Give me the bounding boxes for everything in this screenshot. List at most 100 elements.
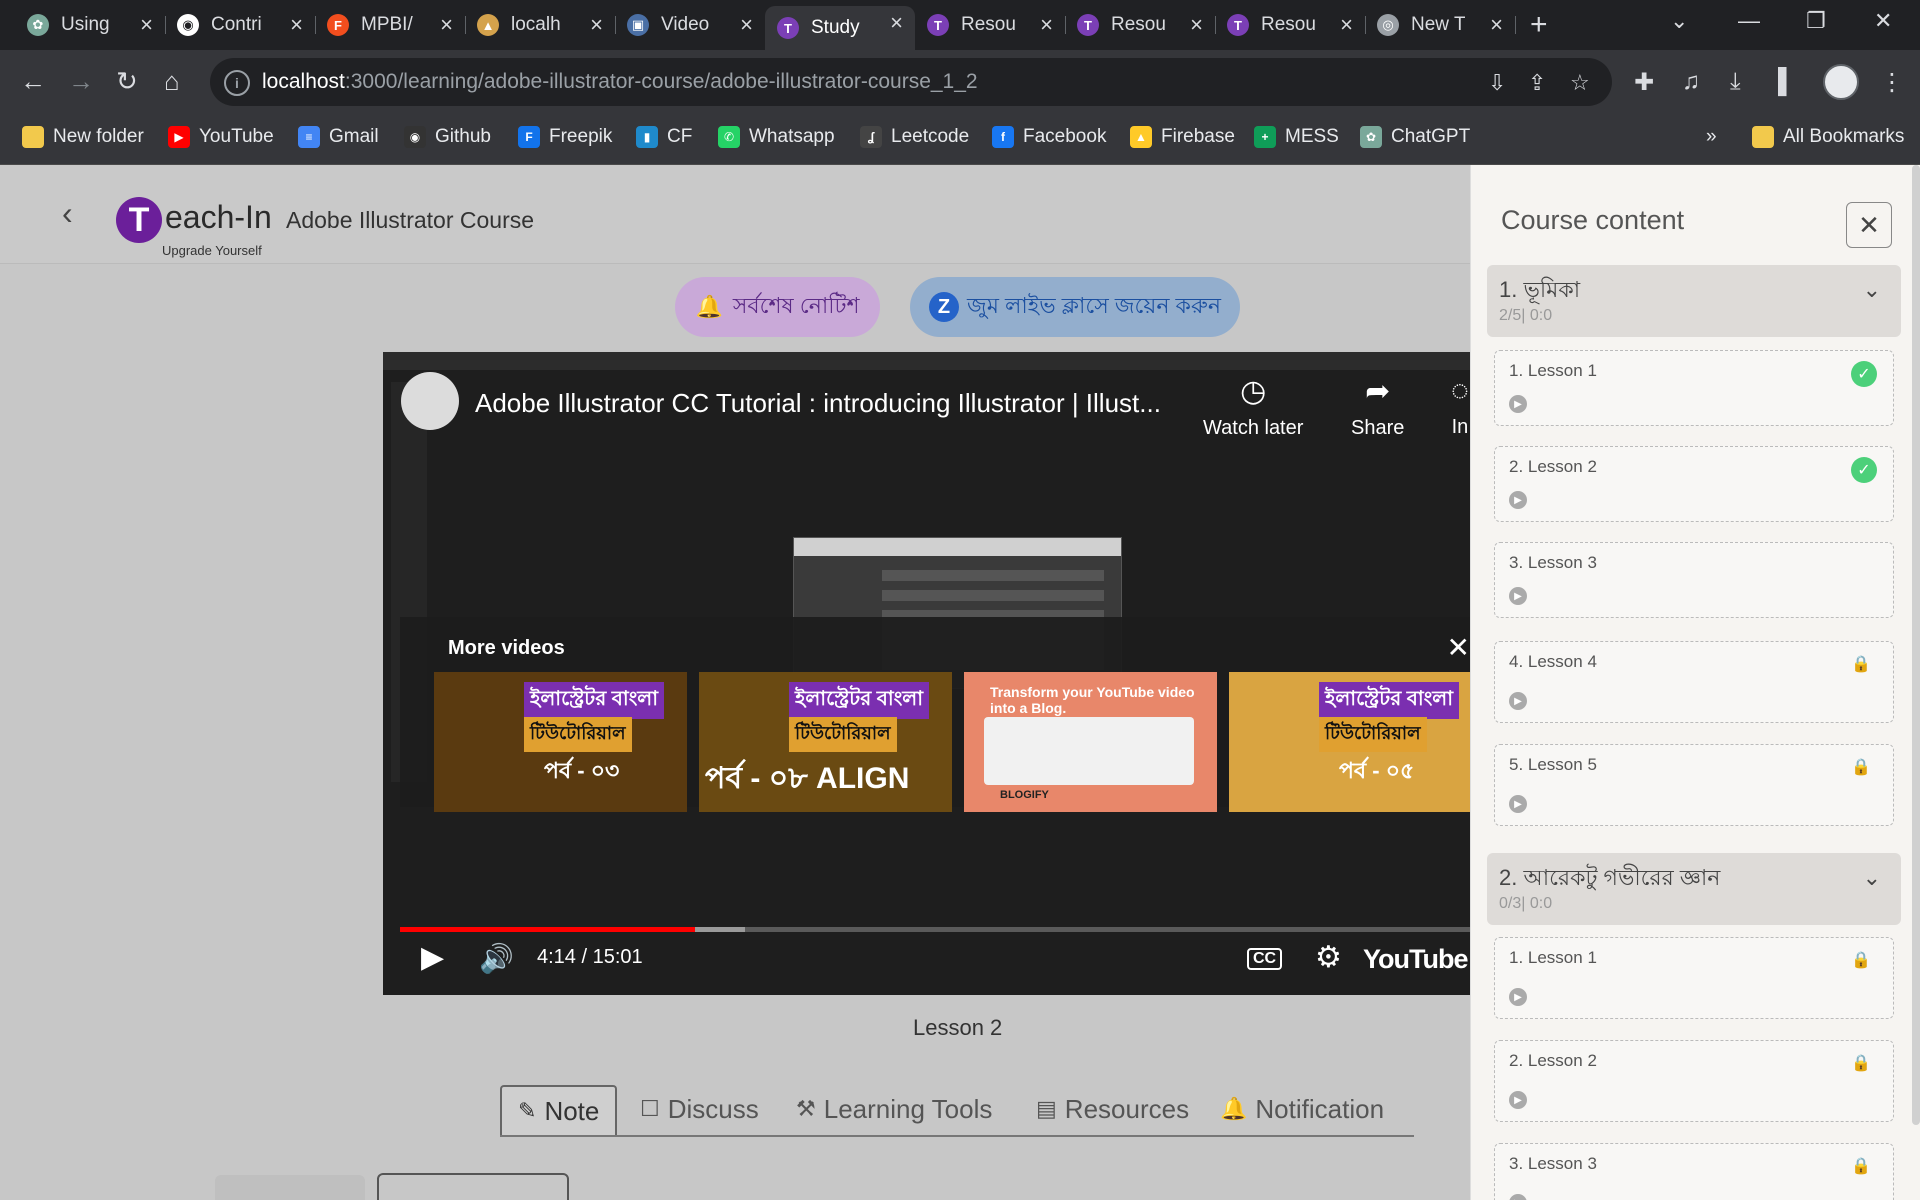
bookmark-star-icon[interactable]: ☆ bbox=[1570, 70, 1590, 96]
related-video-thumbnail[interactable]: ইলাস্ট্রেটর বাংলা টিউটোরিয়াল পর্ব - ০৫ bbox=[1229, 672, 1470, 812]
lesson-item[interactable]: 1. Lesson 1 ▶ ✓ bbox=[1494, 350, 1894, 426]
info-button[interactable]: ◌ In bbox=[1451, 374, 1469, 439]
tab-notification[interactable]: 🔔 Notification bbox=[1220, 1085, 1384, 1133]
course-section[interactable]: 1. ভূমিকা 2/5| 0:0 ⌄ bbox=[1487, 265, 1901, 337]
bookmark-item[interactable]: + MESS bbox=[1254, 126, 1339, 148]
media-control-icon[interactable]: ♫ bbox=[1682, 68, 1700, 96]
chevron-down-icon[interactable]: ⌄ bbox=[1863, 277, 1881, 303]
lesson-item[interactable]: 4. Lesson 4 ▶ 🔒 bbox=[1494, 641, 1894, 723]
site-info-icon[interactable]: i bbox=[224, 70, 250, 96]
browser-tab[interactable]: ▲ localh × bbox=[465, 8, 616, 42]
bookmark-item[interactable]: F Freepik bbox=[518, 126, 612, 148]
bookmark-item[interactable]: ✿ ChatGPT bbox=[1360, 126, 1470, 148]
downloads-icon[interactable]: ⤓ bbox=[1730, 68, 1741, 96]
bookmark-item[interactable]: ◉ Github bbox=[404, 126, 491, 148]
browser-tab[interactable]: ◉ Contri × bbox=[165, 8, 316, 42]
browser-tab[interactable]: T Resou × bbox=[1215, 8, 1366, 42]
bookmark-item[interactable]: ≡ Gmail bbox=[298, 126, 379, 148]
menu-kebab-icon[interactable]: ⋮ bbox=[1880, 68, 1904, 97]
close-tab-icon[interactable]: × bbox=[290, 12, 303, 38]
related-video-thumbnail[interactable]: ইলাস্ট্রেটর বাংলা টিউটোরিয়াল পর্ব - ০৮ AL… bbox=[699, 672, 952, 812]
bookmark-label: YouTube bbox=[199, 126, 274, 147]
close-sidebar-icon[interactable]: ✕ bbox=[1846, 202, 1892, 248]
all-bookmarks-button[interactable]: All Bookmarks bbox=[1752, 126, 1904, 148]
browser-tab[interactable]: ✿ Using × bbox=[15, 8, 166, 42]
note-timestamp-chip bbox=[215, 1175, 365, 1200]
progress-played[interactable] bbox=[400, 927, 696, 932]
close-window-icon[interactable]: ✕ bbox=[1874, 8, 1892, 34]
video-player[interactable]: Adobe Illustrator CC Tutorial : introduc… bbox=[383, 352, 1470, 995]
close-tab-icon[interactable]: × bbox=[1040, 12, 1053, 38]
bookmark-item[interactable]: ✆ Whatsapp bbox=[718, 126, 835, 148]
tab-resources[interactable]: ▤ Resources bbox=[1036, 1085, 1189, 1133]
back-icon[interactable]: ← bbox=[20, 66, 46, 97]
install-app-icon[interactable]: ⇩ bbox=[1488, 70, 1506, 96]
lesson-item[interactable]: 2. Lesson 2 ▶ ✓ bbox=[1494, 446, 1894, 522]
clock-icon: ◷ bbox=[1240, 375, 1267, 408]
course-section[interactable]: 2. আরেকটু গভীরের জ্ঞান 0/3| 0:0 ⌄ bbox=[1487, 853, 1901, 925]
settings-gear-icon[interactable]: ⚙ bbox=[1315, 940, 1342, 975]
close-tab-icon[interactable]: × bbox=[590, 12, 603, 38]
related-video-thumbnail[interactable]: Transform your YouTube video into a Blog… bbox=[964, 672, 1217, 812]
tab-note[interactable]: ✎ Note bbox=[500, 1085, 618, 1135]
browser-tab[interactable]: ▣ Video × bbox=[615, 8, 766, 42]
close-tab-icon[interactable]: × bbox=[1340, 12, 1353, 38]
new-tab-button[interactable]: + bbox=[1530, 8, 1548, 42]
play-icon[interactable]: ▶ bbox=[421, 940, 444, 975]
teach-in-logo[interactable]: T bbox=[116, 197, 162, 243]
youtube-logo[interactable]: YouTube bbox=[1363, 944, 1468, 975]
bookmark-item[interactable]: ▲ Firebase bbox=[1130, 126, 1235, 148]
captions-icon[interactable]: CC bbox=[1247, 948, 1283, 970]
tab-learning-tools[interactable]: ⚒ Learning Tools bbox=[796, 1085, 992, 1133]
watch-later-button[interactable]: ◷ Watch later bbox=[1203, 374, 1303, 440]
volume-icon[interactable]: 🔊 bbox=[479, 942, 514, 975]
lesson-item[interactable]: 2. Lesson 2 ▶ 🔒 bbox=[1494, 1040, 1894, 1122]
close-tab-icon[interactable]: × bbox=[740, 12, 753, 38]
related-video-thumbnail[interactable]: ইলাস্ট্রেটর বাংলা টিউটোরিয়াল পর্ব - ০৩ bbox=[434, 672, 687, 812]
tab-discuss[interactable]: ☐ Discuss bbox=[640, 1085, 759, 1133]
close-tab-icon[interactable]: × bbox=[1190, 12, 1203, 38]
share-page-icon[interactable]: ⇪ bbox=[1528, 70, 1546, 96]
back-chevron-icon[interactable]: ‹ bbox=[62, 195, 73, 232]
latest-notice-button[interactable]: 🔔 সর্বশেষ নোটিশ bbox=[675, 277, 880, 337]
video-title[interactable]: Adobe Illustrator CC Tutorial : introduc… bbox=[475, 388, 1161, 419]
browser-tab[interactable]: T Resou × bbox=[915, 8, 1066, 42]
url-text[interactable]: localhost:3000/learning/adobe-illustrato… bbox=[262, 70, 978, 94]
side-panel-icon[interactable]: ▌ bbox=[1778, 68, 1795, 96]
bookmark-item[interactable]: ʆ Leetcode bbox=[860, 126, 969, 148]
chevron-down-icon[interactable]: ⌄ bbox=[1863, 865, 1881, 891]
close-tab-icon[interactable]: × bbox=[440, 12, 453, 38]
lesson-item[interactable]: 1. Lesson 1 ▶ 🔒 bbox=[1494, 937, 1894, 1019]
browser-tab[interactable]: T Resou × bbox=[1065, 8, 1216, 42]
browser-tab[interactable]: T Study × bbox=[765, 6, 915, 50]
list-of-notes-button[interactable] bbox=[377, 1173, 569, 1200]
restore-icon[interactable]: ❐ bbox=[1806, 8, 1826, 34]
tab-search-icon[interactable]: ⌄ bbox=[1670, 8, 1688, 34]
bookmark-item[interactable]: f Facebook bbox=[992, 126, 1106, 148]
home-icon[interactable]: ⌂ bbox=[164, 66, 180, 97]
close-more-videos-icon[interactable]: ✕ bbox=[1447, 631, 1470, 664]
minimize-icon[interactable]: — bbox=[1738, 8, 1760, 34]
forward-icon[interactable]: → bbox=[68, 66, 94, 97]
lesson-item[interactable]: 5. Lesson 5 ▶ 🔒 bbox=[1494, 744, 1894, 826]
share-button[interactable]: ➦ Share bbox=[1351, 374, 1404, 440]
lesson-item[interactable]: 3. Lesson 3 ▶ 🔒 bbox=[1494, 1143, 1894, 1200]
close-tab-icon[interactable]: × bbox=[140, 12, 153, 38]
sidebar-scrollbar[interactable] bbox=[1912, 165, 1920, 1125]
bookmarks-overflow-button[interactable]: » bbox=[1706, 126, 1717, 148]
channel-avatar[interactable] bbox=[401, 372, 459, 430]
browser-tab[interactable]: F MPBI/ × bbox=[315, 8, 466, 42]
lesson-item[interactable]: 3. Lesson 3 ▶ bbox=[1494, 542, 1894, 618]
join-zoom-button[interactable]: Z জুম লাইভ ক্লাসে জয়েন করুন bbox=[910, 277, 1240, 337]
extensions-icon[interactable]: ✚ bbox=[1634, 68, 1654, 97]
close-tab-icon[interactable]: × bbox=[890, 10, 903, 36]
bookmark-item[interactable]: New folder bbox=[22, 126, 144, 148]
browser-tab[interactable]: ◎ New T × bbox=[1365, 8, 1516, 42]
address-bar[interactable]: i localhost:3000/learning/adobe-illustra… bbox=[210, 58, 1612, 106]
bookmark-item[interactable]: ▶ YouTube bbox=[168, 126, 274, 148]
close-tab-icon[interactable]: × bbox=[1490, 12, 1503, 38]
reload-icon[interactable]: ↻ bbox=[116, 66, 138, 97]
profile-avatar[interactable] bbox=[1823, 64, 1859, 100]
bookmark-item[interactable]: ▮ CF bbox=[636, 126, 692, 148]
video-icon: ▣ bbox=[627, 14, 649, 36]
